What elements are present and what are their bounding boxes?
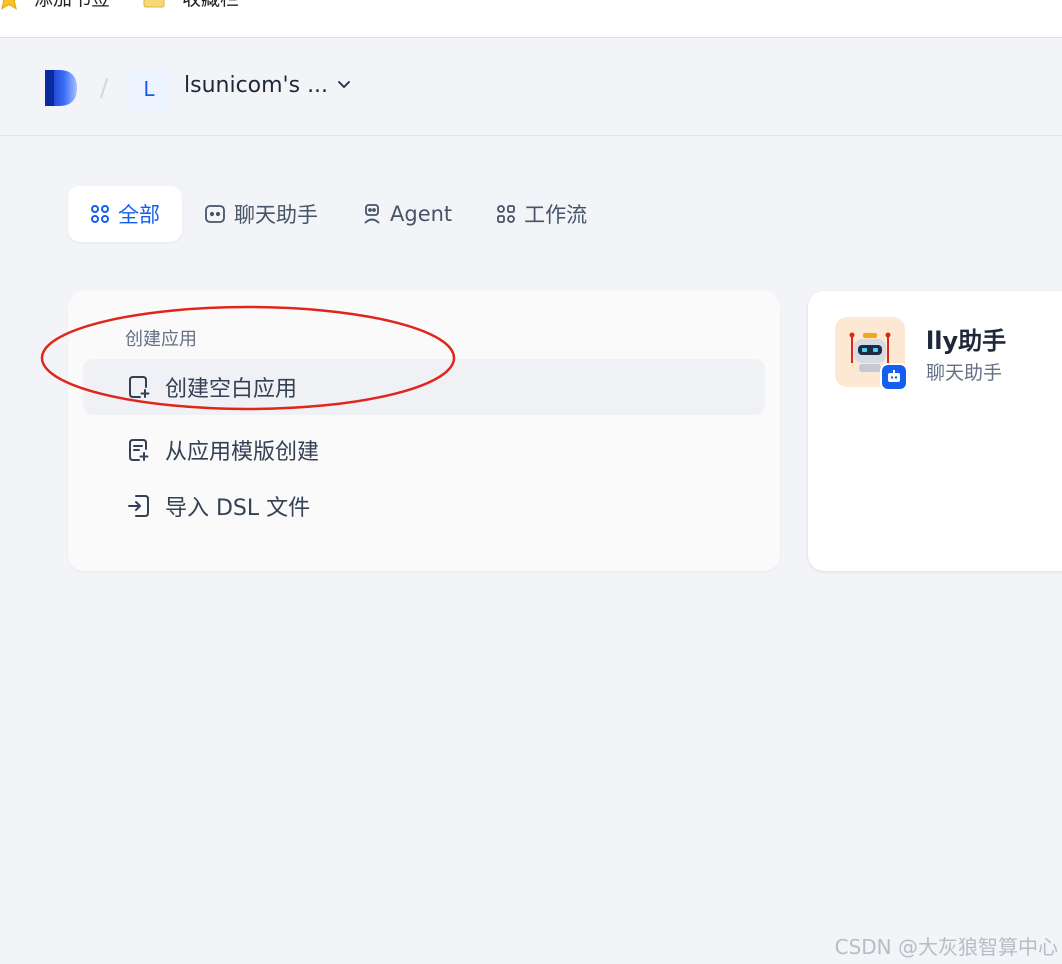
tab-all-label: 全部: [118, 203, 160, 227]
chevron-down-icon: [336, 73, 352, 98]
tab-agent[interactable]: Agent: [340, 186, 474, 242]
annotation-oval: [40, 305, 456, 411]
watermark: CSDN @大灰狼智算中心: [834, 935, 1058, 959]
grid-icon: [90, 204, 110, 224]
create-from-template-label: 从应用模版创建: [165, 440, 320, 465]
folder-icon: [142, 0, 166, 8]
workspace-initial: L: [143, 77, 155, 101]
app-type: 聊天助手: [926, 362, 1003, 384]
app-header: / L lsunicom's ...: [0, 39, 1062, 136]
tab-agent-label: Agent: [390, 202, 453, 226]
import-dsl-label: 导入 DSL 文件: [165, 496, 311, 521]
tab-workflow-label: 工作流: [524, 203, 588, 227]
tab-workflow[interactable]: 工作流: [474, 186, 609, 242]
import-icon: [127, 493, 151, 519]
bookmark-add-label: 添加书签: [34, 0, 110, 11]
tab-chat-assistant-label: 聊天助手: [234, 203, 318, 227]
dify-logo[interactable]: [43, 70, 79, 110]
agent-icon: [362, 203, 382, 225]
import-dsl-button[interactable]: 导入 DSL 文件: [83, 478, 765, 534]
breadcrumb-separator: /: [100, 74, 109, 102]
chat-bot-badge-icon: [880, 363, 908, 391]
workflow-icon: [496, 204, 516, 224]
bookmarks-bar: 添加书签 收藏栏: [0, 0, 1062, 38]
star-icon: [0, 0, 22, 10]
app-card[interactable]: lly助手 聊天助手: [808, 291, 1062, 571]
app-type-tabs: 全部 聊天助手 Agent 工作流: [68, 186, 609, 242]
app-name: lly助手: [926, 327, 1007, 355]
workspace-switcher[interactable]: lsunicom's ...: [184, 73, 352, 98]
bookmark-favorites-label: 收藏栏: [182, 0, 239, 11]
workspace-name: lsunicom's ...: [184, 73, 329, 98]
tab-all[interactable]: 全部: [68, 186, 182, 242]
workspace-avatar[interactable]: L: [127, 67, 171, 111]
template-icon: [127, 437, 151, 463]
tab-chat-assistant[interactable]: 聊天助手: [182, 186, 340, 242]
chat-icon: [204, 204, 226, 224]
create-from-template-button[interactable]: 从应用模版创建: [83, 422, 765, 478]
